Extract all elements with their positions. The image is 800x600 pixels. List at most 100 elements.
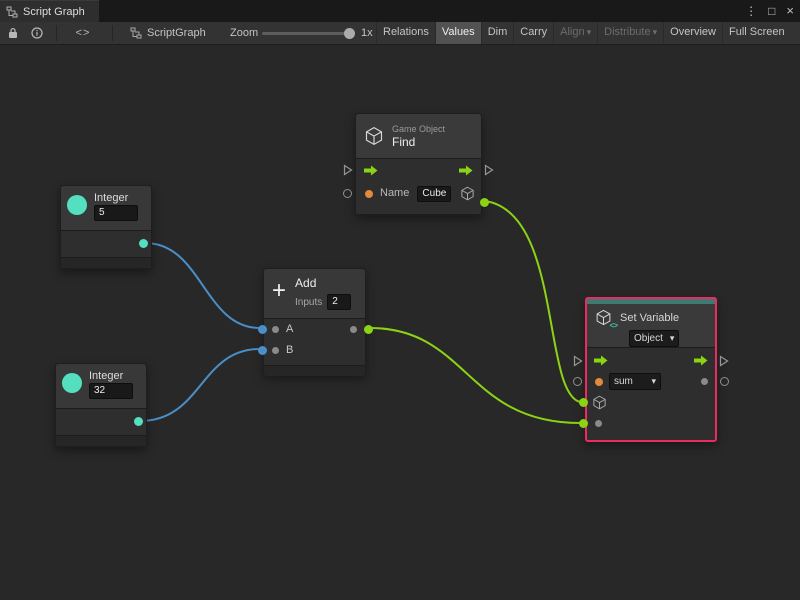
variable-name-row: sum ▾ [587,371,715,392]
titlebar: Script Graph ⋮ □ × [0,0,800,22]
integer-value-field[interactable]: 32 [89,383,133,399]
flow-out-arrow-icon[interactable] [694,355,708,366]
input-port-a[interactable] [272,326,279,333]
script-graph-icon [6,6,18,18]
info-icon [31,27,43,39]
integer-type-icon [62,373,82,393]
node-footer [61,257,151,268]
node-add[interactable]: + Add Inputs 2 A B [263,268,366,375]
flow-in-arrow-icon[interactable] [364,165,378,176]
variable-name-port[interactable] [595,378,603,386]
relations-button[interactable]: Relations [376,22,435,44]
dim-button[interactable]: Dim [481,22,514,44]
node-category: Game Object [392,124,445,135]
node-header: Game Object Find [356,114,481,159]
node-integer-32[interactable]: Integer 32 [55,363,147,447]
connection-dot-result[interactable] [480,198,489,207]
node-integer-5[interactable]: Integer 5 [60,185,152,269]
node-set-variable[interactable]: <> Set Variable Object ▾ sum [585,297,717,442]
code-view-button[interactable]: <> [72,22,94,44]
value-input-port[interactable] [595,420,602,427]
chevron-down-icon: ▾ [587,27,592,37]
unity-script-graph-window: Integer 5 Integer 32 + Add [0,0,800,600]
wire-integer32-to-add-b[interactable] [140,349,260,421]
graph-icon [130,27,142,39]
flow-out-arrow-icon[interactable] [459,165,473,176]
connection-dot-output[interactable] [364,325,373,334]
scope-value: Object [634,331,663,346]
add-icon: + [272,278,286,311]
flow-in-arrow-icon[interactable] [594,355,608,366]
overview-button[interactable]: Overview [663,22,722,44]
tab-script-graph[interactable]: Script Graph [0,0,99,22]
node-footer [56,435,146,446]
port-a-label: A [286,323,293,335]
lock-icon [8,27,18,39]
port-b-label: B [286,344,293,356]
values-button[interactable]: Values [435,22,481,44]
node-title: Set Variable [620,312,679,324]
name-label: Name [380,187,409,199]
inputs-count-field[interactable]: 2 [327,294,351,310]
object-target-port-icon[interactable] [592,395,607,410]
object-target-row [587,392,715,413]
variable-name-dropdown[interactable]: sum ▾ [609,373,661,390]
zoom-value: 1x [361,22,373,44]
toolbar-buttons: Relations Values Dim Carry Align▾ Distri… [376,22,791,44]
chevron-down-icon: ▾ [653,27,658,37]
flow-in-triangle-port[interactable] [573,355,583,367]
connection-dot-b[interactable] [258,346,267,355]
carry-button[interactable]: Carry [513,22,553,44]
value-output-port[interactable] [701,378,708,385]
zoom-slider-handle[interactable] [344,28,355,39]
flow-out-triangle-port[interactable] [484,164,494,176]
fullscreen-button[interactable]: Full Screen [722,22,791,44]
wire-integer5-to-add-a[interactable] [145,243,260,328]
graph-breadcrumb[interactable]: ScriptGraph [130,22,206,44]
tab-title: Script Graph [23,6,85,18]
window-close-icon[interactable]: × [786,0,794,22]
info-button[interactable] [26,22,48,44]
node-footer [264,365,365,376]
port-row-a: A [264,319,365,340]
sum-output-port[interactable] [350,326,357,333]
node-header: Integer 32 [56,364,146,409]
connection-dot-a[interactable] [258,325,267,334]
result-gameobject-port-icon[interactable] [460,186,475,201]
window-menu-icon[interactable]: ⋮ [745,0,757,22]
wire-find-to-setvariable-object[interactable] [485,201,580,402]
wire-add-to-setvariable-value[interactable] [370,328,580,423]
zoom-slider[interactable] [262,32,354,35]
window-controls: ⋮ □ × [745,0,794,22]
flow-in-triangle-port[interactable] [343,164,353,176]
name-value-field[interactable]: Cube [417,186,451,202]
node-header: + Add Inputs 2 [264,269,365,319]
name-input-port[interactable] [365,190,373,198]
gameobject-cube-icon [364,126,384,146]
name-outer-circle-port[interactable] [573,377,582,386]
variable-scope-dropdown[interactable]: Object ▾ [629,330,679,347]
distribute-dropdown-button[interactable]: Distribute▾ [597,22,663,44]
chevron-down-icon: ▾ [651,374,656,389]
node-title: Integer [89,369,133,383]
integer-output-port[interactable] [134,417,143,426]
connection-dot-value[interactable] [579,419,588,428]
integer-type-icon [67,195,87,215]
align-dropdown-button[interactable]: Align▾ [553,22,597,44]
input-port-b[interactable] [272,347,279,354]
integer-value-field[interactable]: 5 [94,205,138,221]
lock-button[interactable] [2,22,24,44]
node-title: Find [392,135,445,149]
integer-output-port[interactable] [139,239,148,248]
node-gameobject-find[interactable]: Game Object Find Name Cube [355,113,482,215]
node-header: <> Set Variable Object ▾ [587,304,715,348]
variable-name-value: sum [614,374,633,389]
set-variable-icon: <> [595,309,613,327]
connection-dot-object[interactable] [579,398,588,407]
flow-out-triangle-port[interactable] [719,355,729,367]
output-outer-circle-port[interactable] [720,377,729,386]
name-outer-circle-port[interactable] [343,189,352,198]
window-maximize-icon[interactable]: □ [768,0,775,22]
toolbar-separator [112,25,113,41]
value-input-row [587,413,715,434]
